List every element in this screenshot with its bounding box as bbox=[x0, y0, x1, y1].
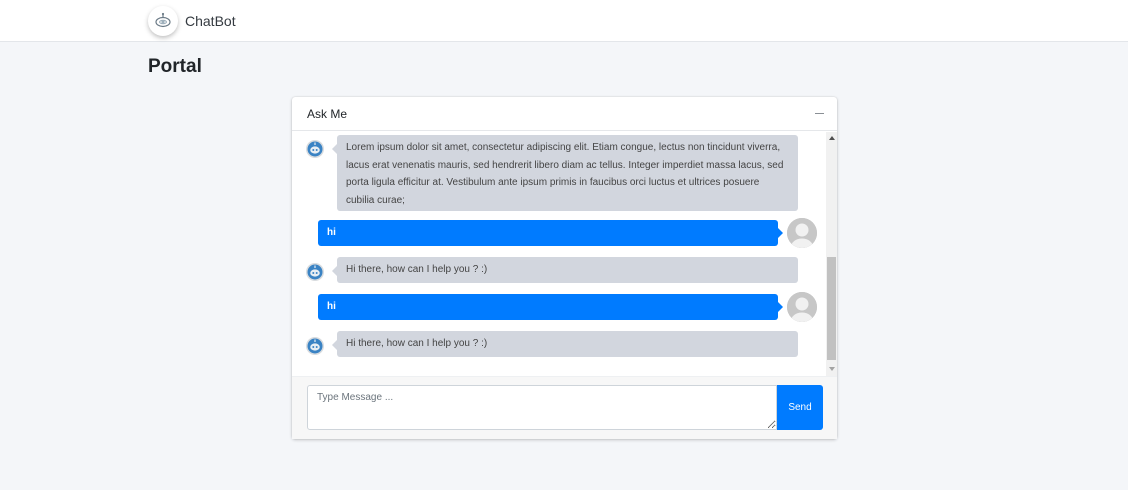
user-avatar-icon bbox=[787, 218, 817, 248]
scroll-down-arrow-icon[interactable] bbox=[829, 367, 835, 371]
user-message: hi bbox=[318, 220, 783, 246]
user-message: hi bbox=[318, 294, 783, 320]
chat-messages[interactable]: Lorem ipsum dolor sit amet, consectetur … bbox=[292, 132, 837, 376]
chat-title: Ask Me bbox=[307, 107, 348, 121]
chat-card-header: Ask Me bbox=[292, 97, 837, 131]
bot-message: Lorem ipsum dolor sit amet, consectetur … bbox=[332, 135, 798, 211]
send-button[interactable]: Send bbox=[777, 385, 823, 430]
chat-card: Ask Me Lorem ipsum dolor sit amet, conse… bbox=[292, 97, 837, 439]
bot-avatar-icon bbox=[306, 337, 324, 355]
bot-message: Hi there, how can I help you ? :) bbox=[332, 331, 798, 357]
top-navbar: ChatBot bbox=[0, 0, 1128, 42]
brand-link[interactable]: ChatBot bbox=[148, 5, 236, 37]
chat-footer: Send bbox=[292, 376, 837, 439]
scroll-thumb[interactable] bbox=[827, 257, 836, 360]
scroll-up-arrow-icon[interactable] bbox=[829, 136, 835, 140]
minus-icon bbox=[814, 112, 824, 114]
brand-name: ChatBot bbox=[185, 13, 236, 29]
message-input[interactable] bbox=[307, 385, 777, 430]
page-title: Portal bbox=[148, 56, 202, 77]
bot-avatar-icon bbox=[306, 140, 324, 158]
chat-scrollbar[interactable] bbox=[826, 132, 837, 376]
user-avatar-icon bbox=[787, 292, 817, 322]
bot-avatar-icon bbox=[306, 263, 324, 281]
bot-message: Hi there, how can I help you ? :) bbox=[332, 257, 798, 283]
robot-icon bbox=[148, 6, 178, 36]
collapse-button[interactable] bbox=[811, 105, 827, 121]
